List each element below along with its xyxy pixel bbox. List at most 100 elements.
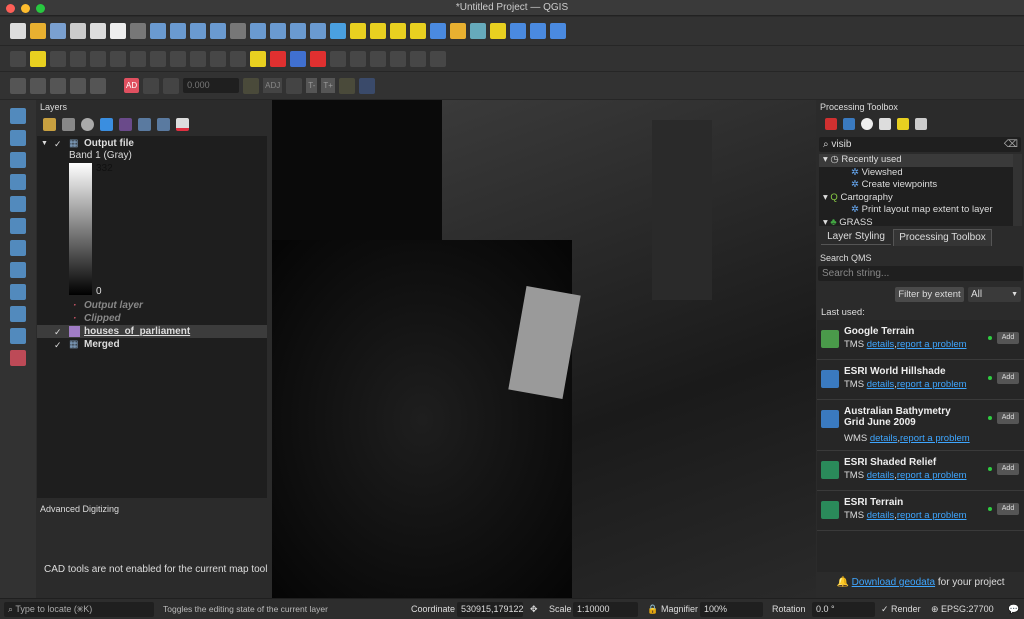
add-layer-icon[interactable] — [10, 108, 26, 124]
annotation-icon[interactable] — [90, 77, 106, 94]
tab-processing-toolbox[interactable]: Processing Toolbox — [893, 229, 992, 246]
editing-tool-icon[interactable] — [350, 50, 366, 67]
ad-button[interactable]: AD — [124, 78, 140, 93]
value-input[interactable]: 0.000 — [183, 78, 240, 93]
add-layer-icon[interactable] — [10, 130, 26, 146]
tree-group-grass[interactable]: ▾ ♣ GRASS — [819, 217, 1013, 226]
editing-tool-icon[interactable] — [50, 50, 66, 67]
toolbar-tool-icon[interactable] — [230, 23, 246, 39]
toolbar-tool-icon[interactable] — [450, 23, 466, 39]
python-icon[interactable] — [843, 118, 855, 130]
layer-houses-of-parliament[interactable]: ✓ houses_of_parliament — [37, 325, 267, 338]
toolbar-tool-icon[interactable] — [250, 23, 266, 39]
adj-button[interactable]: ADJ — [263, 78, 283, 93]
layer-merged[interactable]: ✓ ▦ Merged — [37, 338, 267, 351]
details-link[interactable]: details — [867, 510, 894, 521]
editing-tool-icon[interactable] — [30, 50, 46, 67]
undo-icon[interactable] — [358, 77, 375, 94]
editing-tool-icon[interactable] — [190, 50, 206, 67]
editing-tool-icon[interactable] — [10, 50, 26, 67]
qms-search-input[interactable]: Search string... — [818, 266, 1023, 281]
render-checkbox[interactable]: ✓ Render — [881, 602, 921, 617]
extents-toggle-icon[interactable]: ✥ — [530, 602, 538, 617]
tree-item-viewshed[interactable]: ✲ Viewshed — [819, 167, 1013, 180]
add-layer-icon[interactable] — [10, 152, 26, 168]
add-layer-icon[interactable] — [10, 218, 26, 234]
toolbar-tool-icon[interactable] — [170, 23, 186, 39]
tree-scrollbar[interactable] — [1013, 154, 1022, 226]
editing-tool-icon[interactable] — [130, 50, 146, 67]
editing-tool-icon[interactable] — [430, 50, 446, 67]
models-icon[interactable] — [825, 118, 837, 130]
layer-output-file[interactable]: ▼ ✓ ▦ Output file — [37, 137, 267, 150]
tool-icon[interactable] — [163, 77, 180, 94]
add-service-button[interactable]: Add — [997, 372, 1019, 384]
toolbar-tool-icon[interactable] — [470, 23, 486, 39]
filter-expression-icon[interactable] — [119, 118, 132, 131]
tree-group-recently-used[interactable]: ▾ ◷ Recently used — [819, 154, 1013, 167]
toolbar-tool-icon[interactable] — [310, 23, 326, 39]
editing-tool-icon[interactable] — [150, 50, 166, 67]
filter-icon[interactable] — [100, 118, 113, 131]
qms-item[interactable]: Australian Bathymetry Grid June 2009 WMS… — [817, 400, 1024, 451]
toolbar-tool-icon[interactable] — [70, 23, 86, 39]
style-icon[interactable] — [43, 118, 56, 131]
editing-tool-icon[interactable] — [170, 50, 186, 67]
lock-icon[interactable]: 🔒 — [647, 602, 658, 617]
qms-item[interactable]: ESRI World Hillshade TMS details,report … — [817, 360, 1024, 400]
expand-all-icon[interactable] — [138, 118, 151, 131]
add-layer-icon[interactable] — [10, 306, 26, 322]
map-canvas[interactable] — [272, 100, 816, 598]
toolbar-tool-icon[interactable] — [270, 23, 286, 39]
toolbar-tool-icon[interactable] — [370, 23, 386, 39]
editing-tool-icon[interactable] — [230, 50, 246, 67]
qms-filter-select[interactable]: All ▼ — [968, 287, 1021, 302]
t-plus-button[interactable]: T+ — [321, 78, 335, 93]
qms-item[interactable]: Google Terrain TMS details,report a prob… — [817, 320, 1024, 360]
toolbar-tool-icon[interactable] — [50, 23, 66, 39]
toolbar-tool-icon[interactable] — [330, 23, 346, 39]
identify-icon[interactable] — [50, 77, 66, 94]
toolbar-tool-icon[interactable] — [290, 23, 306, 39]
toolbar-tool-icon[interactable] — [510, 23, 526, 39]
tool-icon[interactable] — [143, 77, 160, 94]
locator-input[interactable]: ⌕ Type to locate (⌘K) — [4, 602, 154, 617]
toolbar-tool-icon[interactable] — [30, 23, 46, 39]
toolbar-tool-icon[interactable] — [390, 23, 406, 39]
layer-clipped[interactable]: · Clipped — [37, 312, 267, 325]
collapse-all-icon[interactable] — [157, 118, 170, 131]
tool-icon[interactable] — [243, 77, 260, 94]
report-problem-link[interactable]: report a problem — [897, 470, 967, 481]
tree-group-cartography[interactable]: ▾ Q Cartography — [819, 192, 1013, 205]
report-problem-link[interactable]: report a problem — [897, 339, 967, 350]
add-layer-icon[interactable] — [10, 174, 26, 190]
details-link[interactable]: details — [870, 433, 897, 444]
report-problem-link[interactable]: report a problem — [897, 510, 967, 521]
toolbar-tool-icon[interactable] — [150, 23, 166, 39]
add-service-button[interactable]: Add — [997, 412, 1019, 424]
add-service-button[interactable]: Add — [997, 463, 1019, 475]
details-link[interactable]: details — [867, 339, 894, 350]
editing-tool-icon[interactable] — [70, 50, 86, 67]
editing-tool-icon[interactable] — [370, 50, 386, 67]
snapping-icon[interactable] — [10, 77, 26, 94]
toolbar-tool-icon[interactable] — [490, 23, 506, 39]
add-service-button[interactable]: Add — [997, 332, 1019, 344]
toolbar-tool-icon[interactable] — [110, 23, 126, 39]
processing-search[interactable]: ⌕ visib ⌫ — [819, 137, 1021, 152]
editing-tool-icon[interactable] — [110, 50, 126, 67]
options-icon[interactable] — [915, 118, 927, 130]
add-group-icon[interactable] — [62, 118, 75, 131]
toolbar-tool-icon[interactable] — [410, 23, 426, 39]
editing-tool-icon[interactable] — [270, 50, 286, 67]
edit-features-icon[interactable] — [897, 118, 909, 130]
scale-input[interactable]: 1:10000 — [573, 602, 638, 617]
t-minus-button[interactable]: T- — [306, 78, 318, 93]
magnifier-input[interactable]: 100% — [700, 602, 763, 617]
add-layer-icon[interactable] — [10, 328, 26, 344]
zoom-window-button[interactable] — [36, 4, 45, 13]
measure-icon[interactable] — [70, 77, 86, 94]
details-link[interactable]: details — [867, 470, 894, 481]
crs-button[interactable]: ⊕ EPSG:27700 — [931, 602, 994, 617]
eye-icon[interactable] — [81, 118, 94, 131]
